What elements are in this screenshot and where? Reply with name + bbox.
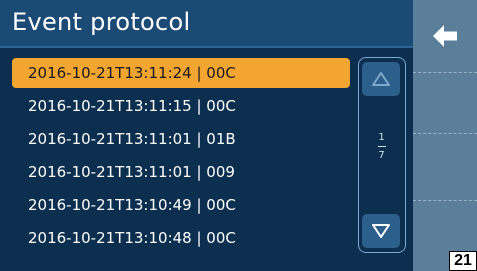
page-indicator: 1 7 [359, 132, 404, 161]
event-row[interactable]: 2016-10-21T13:11:01 | 01B [12, 124, 350, 154]
event-text: 2016-10-21T13:10:49 | 00C [28, 196, 236, 214]
triangle-down-icon [372, 224, 390, 238]
event-text: 2016-10-21T13:11:15 | 00C [28, 97, 236, 115]
event-row[interactable]: 2016-10-21T13:10:49 | 00C [12, 190, 350, 220]
back-button[interactable] [413, 0, 477, 72]
triangle-up-icon [372, 72, 390, 86]
event-text: 2016-10-21T13:11:24 | 00C [28, 64, 236, 82]
scroll-down-button[interactable] [362, 214, 400, 248]
corner-label: 21 [449, 251, 477, 271]
page-divider [377, 146, 386, 147]
side-divider [413, 200, 477, 201]
arrow-left-icon [433, 25, 457, 47]
event-row[interactable]: 2016-10-21T13:11:15 | 00C [12, 91, 350, 121]
page-total: 7 [378, 150, 385, 161]
event-text: 2016-10-21T13:10:48 | 00C [28, 229, 236, 247]
side-divider [413, 133, 477, 134]
event-row[interactable]: 2016-10-21T13:11:01 | 009 [12, 157, 350, 187]
event-list: 2016-10-21T13:11:24 | 00C 2016-10-21T13:… [12, 58, 352, 258]
event-row[interactable]: 2016-10-21T13:10:48 | 00C [12, 223, 350, 253]
page-current: 1 [378, 132, 385, 143]
scrollbar[interactable]: 1 7 [358, 57, 406, 253]
scroll-up-button[interactable] [362, 62, 400, 96]
event-text: 2016-10-21T13:11:01 | 009 [28, 163, 235, 181]
title-bar: Event protocol [0, 0, 413, 48]
event-text: 2016-10-21T13:11:01 | 01B [28, 130, 236, 148]
side-divider [413, 72, 477, 73]
event-row[interactable]: 2016-10-21T13:11:24 | 00C [12, 58, 350, 88]
side-panel [413, 0, 477, 271]
event-protocol-screen: Event protocol 2016-10-21T13:11:24 | 00C… [0, 0, 477, 271]
page-title: Event protocol [12, 8, 191, 36]
